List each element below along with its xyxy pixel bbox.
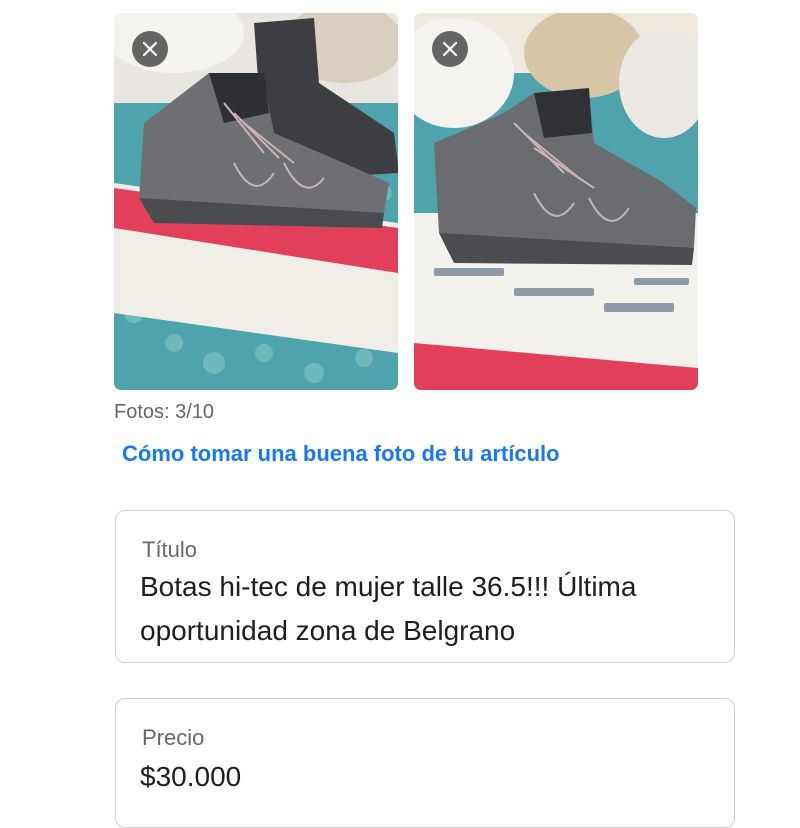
- listing-photo-1[interactable]: [114, 13, 398, 390]
- remove-photo-button[interactable]: [432, 31, 468, 67]
- close-icon: [142, 41, 158, 57]
- price-label: Precio: [142, 725, 205, 750]
- photo-tips-link[interactable]: Cómo tomar una buena foto de tu artículo: [122, 441, 560, 467]
- price-value[interactable]: $30.000: [140, 755, 241, 799]
- boot-photo-image: [414, 13, 698, 390]
- boot-photo-image: [114, 13, 398, 390]
- photo-count: Fotos: 3/10: [114, 401, 215, 423]
- title-line-1: Botas hi-tec de mujer talle 36.5!!! Últi…: [140, 571, 637, 602]
- title-line-2: oportunidad zona de Belgrano: [140, 615, 516, 646]
- close-icon: [442, 41, 458, 57]
- title-label: Título: [142, 537, 198, 562]
- remove-photo-button[interactable]: [132, 31, 168, 67]
- title-value[interactable]: Botas hi-tec de mujer talle 36.5!!! Últi…: [140, 565, 636, 653]
- listing-photo-2[interactable]: [414, 13, 698, 390]
- price-field[interactable]: Precio $30.000: [115, 698, 735, 828]
- title-field[interactable]: Título Botas hi-tec de mujer talle 36.5!…: [115, 510, 735, 663]
